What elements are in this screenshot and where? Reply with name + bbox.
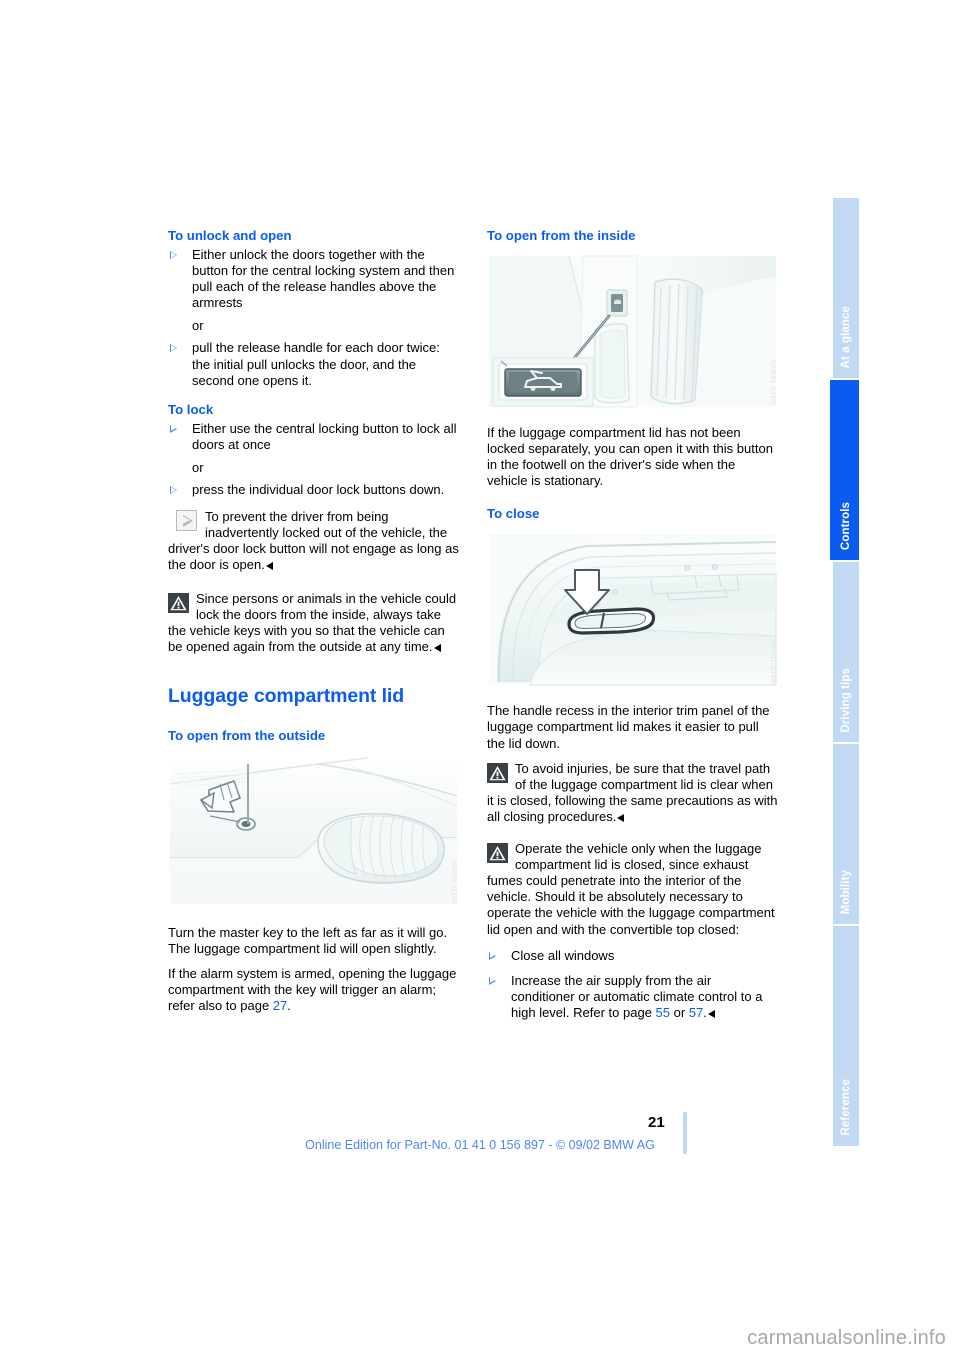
manual-page: At a glance Controls Driving tips Mobili… xyxy=(0,0,960,1358)
tab-at-a-glance[interactable]: At a glance xyxy=(833,198,859,378)
left-column: To unlock and open Either unlock the doo… xyxy=(168,228,459,1023)
warning-icon xyxy=(168,592,189,613)
end-of-warning-marker xyxy=(707,1009,715,1018)
or-word: or xyxy=(670,1004,689,1020)
list-item-text: press the individual door lock buttons d… xyxy=(192,482,445,498)
end-of-note-marker xyxy=(265,562,273,571)
bullet-triangle-icon xyxy=(170,486,177,495)
note-block-driver-lockout: To prevent the driver from being inadver… xyxy=(168,509,459,573)
body-text-turn-master-key: Turn the master key to the left as far a… xyxy=(168,924,448,956)
figure-watermark: VAR01-0106 xyxy=(769,638,776,684)
page-reference-55[interactable]: 55 xyxy=(656,1005,670,1020)
list-item-text: Either use the central locking button to… xyxy=(192,420,457,452)
alarm-text-part1: If the alarm system is armed, opening th… xyxy=(168,966,457,1014)
figure-open-from-outside: VAR01-0104 xyxy=(168,753,459,909)
warning-text: Operate the vehicle only when the luggag… xyxy=(487,841,775,937)
or-separator-2: or xyxy=(192,459,204,475)
tab-reference[interactable]: Reference xyxy=(833,926,859,1146)
figure-watermark: VAR01-0104 xyxy=(450,860,457,905)
note-text: To prevent the driver from being inadver… xyxy=(168,509,459,573)
list-item-text: pull the release handle for each door tw… xyxy=(192,340,440,388)
warning-icon xyxy=(487,762,508,783)
tab-reference-label: Reference xyxy=(840,1079,852,1136)
bullet-triangle-icon xyxy=(489,976,496,985)
figure-to-close: VAR01-0106 xyxy=(487,532,778,688)
bullet-triangle-icon xyxy=(170,424,177,433)
list-item-text-part2: . xyxy=(703,1004,707,1020)
warning-block-persons-animals: Since persons or animals in the vehicle … xyxy=(168,591,459,655)
page-reference-57[interactable]: 57 xyxy=(689,1005,703,1020)
list-item: Either use the central locking button to… xyxy=(168,421,459,453)
footer-edition-line: Online Edition for Part-No. 01 41 0 156 … xyxy=(305,1138,655,1152)
page-reference-27[interactable]: 27 xyxy=(273,998,287,1013)
list-item: Close all windows xyxy=(487,948,778,964)
info-icon xyxy=(176,510,197,532)
warning-text: Since persons or animals in the vehicle … xyxy=(168,590,457,654)
bullet-triangle-icon xyxy=(170,344,177,353)
heading-to-close: To close xyxy=(487,506,540,522)
right-column: To open from the inside VAR01-0105 If th… xyxy=(487,228,778,1021)
tab-at-a-glance-label: At a glance xyxy=(840,305,852,368)
tab-controls-label: Controls xyxy=(840,501,852,550)
heading-to-unlock-and-open: To unlock and open xyxy=(168,228,292,243)
list-item-text-part1: Increase the air supply from the air con… xyxy=(511,972,763,1020)
body-text-open-inside: If the luggage compartment lid has not b… xyxy=(487,425,773,489)
body-text-alarm-system: If the alarm system is armed, opening th… xyxy=(168,966,459,1014)
chapter-tab-rail: At a glance Controls Driving tips Mobili… xyxy=(830,198,860,1146)
heading-to-open-from-the-inside: To open from the inside xyxy=(487,228,636,243)
warning-block-travel-path: To avoid injuries, be sure that the trav… xyxy=(487,761,778,825)
heading-to-open-from-the-outside: To open from the outside xyxy=(168,727,326,743)
end-of-warning-marker xyxy=(433,643,441,652)
tab-driving-tips[interactable]: Driving tips xyxy=(833,562,859,742)
figure-open-from-inside: VAR01-0105 xyxy=(487,254,778,409)
page-number: 21 xyxy=(648,1114,665,1131)
tab-mobility[interactable]: Mobility xyxy=(833,744,859,924)
body-text-handle-recess: The handle recess in the interior trim p… xyxy=(487,703,770,751)
list-item-text: Either unlock the doors together with th… xyxy=(192,247,455,311)
tab-mobility-label: Mobility xyxy=(840,869,852,914)
list-item-text: Close all windows xyxy=(511,947,615,963)
warning-block-exhaust-fumes: Operate the vehicle only when the luggag… xyxy=(487,841,778,938)
list-item: press the individual door lock buttons d… xyxy=(168,482,459,498)
figure-watermark: VAR01-0105 xyxy=(769,360,776,405)
warning-icon xyxy=(487,843,508,864)
alarm-text-part2: . xyxy=(287,998,291,1014)
or-separator-1: or xyxy=(192,318,204,334)
warning-text: To avoid injuries, be sure that the trav… xyxy=(487,760,778,824)
list-item: pull the release handle for each door tw… xyxy=(168,340,459,388)
bullet-triangle-icon xyxy=(489,951,496,960)
page-title: Luggage compartment lid xyxy=(168,684,405,707)
tab-controls[interactable]: Controls xyxy=(830,380,859,560)
tab-driving-tips-label: Driving tips xyxy=(840,667,852,732)
bullet-triangle-icon xyxy=(170,251,177,259)
end-of-warning-marker xyxy=(617,813,625,822)
list-item: Either unlock the doors together with th… xyxy=(168,247,459,311)
heading-to-lock: To lock xyxy=(168,401,214,417)
list-item: Increase the air supply from the air con… xyxy=(487,973,778,1021)
site-watermark: carmanualsonline.info xyxy=(747,1327,946,1349)
